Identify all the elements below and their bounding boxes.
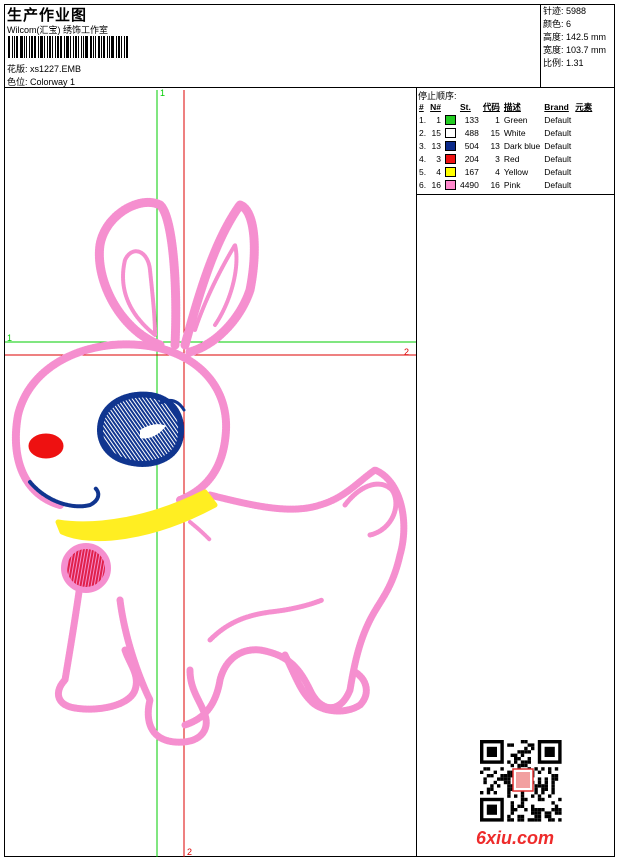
row-code: 1	[495, 114, 500, 125]
row-brand: Default	[544, 140, 572, 151]
design-name: 花版: xs1227.EMB	[7, 62, 81, 75]
row-swatch	[443, 165, 458, 178]
row-element	[573, 126, 594, 139]
qr-code	[480, 740, 562, 822]
guide-green-top-label: 1	[160, 88, 166, 98]
colorway-name: 色位: Colorway 1	[7, 75, 75, 88]
table-divider	[416, 194, 615, 195]
row-description: Pink	[503, 179, 521, 190]
stat-width: 宽度: 103.7 mm	[543, 45, 607, 55]
stat-scale: 比例: 1.31	[543, 58, 584, 68]
stat-height: 高度: 142.5 mm	[543, 32, 607, 42]
row-index: 5.	[419, 166, 427, 177]
col-number: N#	[430, 102, 441, 112]
col-index: #	[419, 102, 424, 112]
row-brand: Default	[544, 127, 572, 138]
row-description: Red	[503, 153, 520, 164]
row-description: Dark blue	[503, 140, 541, 151]
row-description: Green	[503, 114, 528, 125]
col-description: 描述	[503, 102, 521, 112]
row-stitches: 204	[464, 153, 479, 164]
row-brand: Default	[544, 179, 572, 190]
row-brand: Default	[544, 153, 572, 164]
row-index: 3.	[419, 140, 427, 151]
row-stitches: 167	[464, 166, 479, 177]
table-row: 6. 16 4490 16 Pink Default	[417, 178, 594, 191]
guide-green-left-label: 1	[7, 333, 13, 343]
row-description: White	[503, 127, 526, 138]
color-sequence-table: # N# St. 代码 描述 Brand 元素 1. 1 133 1 Green Defa…	[417, 101, 594, 191]
row-swatch	[443, 139, 458, 152]
design-value: xs1227.EMB	[30, 64, 82, 74]
color-swatch	[444, 114, 456, 125]
row-swatch	[443, 113, 458, 126]
row-number: 15	[431, 127, 441, 138]
row-number: 3	[436, 153, 441, 164]
row-brand: Default	[544, 114, 572, 125]
row-element	[573, 165, 594, 178]
row-element	[573, 152, 594, 165]
row-code: 13	[490, 140, 500, 151]
row-index: 4.	[419, 153, 427, 164]
panel-divider	[416, 87, 417, 857]
guide-red-bottom-label: 2	[187, 847, 193, 857]
page-title: 生产作业图	[7, 7, 88, 24]
colorway-label: 色位:	[7, 77, 28, 87]
design-stats: 针迹: 5988 颜色: 6 高度: 142.5 mm 宽度: 103.7 mm…	[543, 5, 606, 70]
row-swatch	[443, 126, 458, 139]
row-index: 6.	[419, 179, 427, 190]
row-stitches: 4490	[459, 179, 479, 190]
stats-divider	[540, 4, 541, 88]
col-code: 代码	[482, 102, 500, 112]
design-label: 花版:	[7, 64, 28, 74]
row-code: 15	[490, 127, 500, 138]
color-swatch	[444, 140, 456, 151]
company-name: Wilcom(汇宝) 绣饰工作室	[7, 25, 108, 35]
table-header-row: # N# St. 代码 描述 Brand 元素	[417, 101, 594, 113]
col-element: 元素	[575, 102, 593, 112]
row-code: 3	[495, 153, 500, 164]
color-swatch	[444, 153, 456, 164]
row-index: 2.	[419, 127, 427, 138]
row-brand: Default	[544, 166, 572, 177]
col-brand: Brand	[544, 102, 569, 112]
table-row: 2. 15 488 15 White Default	[417, 126, 594, 139]
color-swatch	[444, 166, 456, 177]
watermark: 6xiu.com	[476, 828, 555, 848]
row-description: Yellow	[503, 166, 529, 177]
row-stitches: 504	[464, 140, 479, 151]
col-swatch	[443, 101, 458, 113]
row-number: 16	[431, 179, 441, 190]
row-number: 1	[436, 114, 441, 125]
stat-stitches: 针迹: 5988	[543, 6, 587, 16]
table-row: 4. 3 204 3 Red Default	[417, 152, 594, 165]
table-row: 3. 13 504 13 Dark blue Default	[417, 139, 594, 152]
barcode	[8, 36, 130, 58]
row-element	[573, 113, 594, 126]
table-row: 5. 4 167 4 Yellow Default	[417, 165, 594, 178]
color-swatch	[444, 127, 456, 138]
row-number: 4	[436, 166, 441, 177]
row-element	[573, 178, 594, 191]
row-stitches: 133	[464, 114, 479, 125]
row-number: 13	[431, 140, 441, 151]
row-swatch	[443, 178, 458, 191]
color-swatch	[444, 179, 456, 190]
row-code: 4	[495, 166, 500, 177]
row-stitches: 488	[464, 127, 479, 138]
table-row: 1. 1 133 1 Green Default	[417, 113, 594, 126]
row-index: 1.	[419, 114, 427, 125]
col-stitches: St.	[459, 102, 471, 112]
header-divider	[4, 87, 615, 88]
row-code: 16	[490, 179, 500, 190]
row-swatch	[443, 152, 458, 165]
guide-red-right-label: 2	[404, 347, 410, 357]
stat-colors: 颜色: 6	[543, 19, 572, 29]
colorway-value: Colorway 1	[30, 77, 76, 87]
row-element	[573, 139, 594, 152]
